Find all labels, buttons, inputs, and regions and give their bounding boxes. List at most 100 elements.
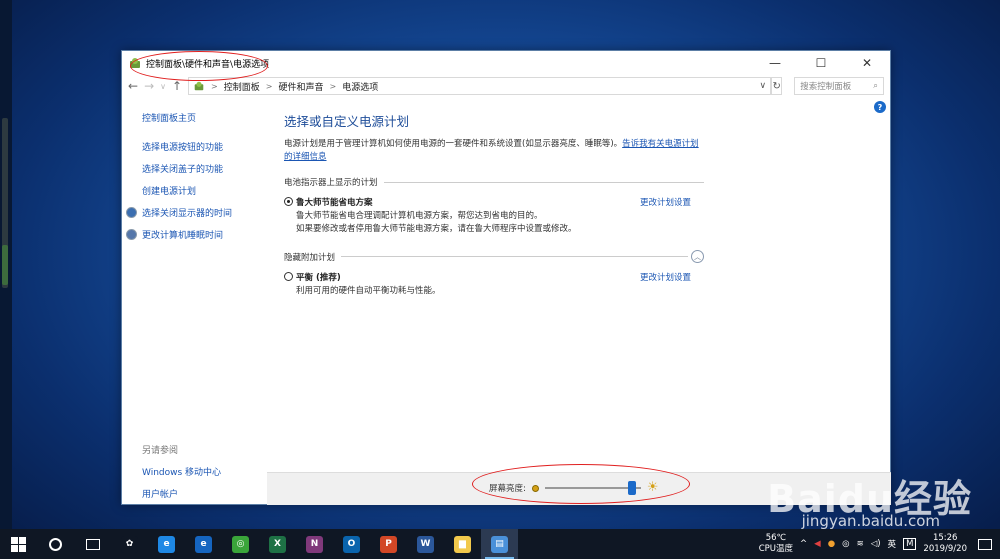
action-center-icon[interactable] — [978, 538, 992, 550]
address-box[interactable]: > 控制面板 > 硬件和声音 > 电源选项 ∨ — [188, 77, 772, 95]
sidebar: 控制面板主页 选择电源按钮的功能 选择关闭盖子的功能 创建电源计划 选择关闭显示… — [126, 111, 272, 250]
plan-desc: 利用可用的硬件自动平衡功耗与性能。 — [296, 286, 441, 296]
taskbar-app-control-panel[interactable]: ▤ — [481, 529, 518, 559]
system-tray: 56℃ CPU温度 ^ ◀ ● ◎ ≋ ◁) 英 M 15:26 2019/9/… — [759, 529, 1000, 559]
section-title: 电池指示器上显示的计划 — [284, 178, 378, 188]
change-plan-settings-link[interactable]: 更改计划设置 — [640, 271, 691, 283]
forward-button[interactable]: → — [144, 79, 154, 93]
clock[interactable]: 15:26 2019/9/20 — [923, 533, 967, 555]
hidden-plans-section: 隐藏附加计划 ︿ — [284, 250, 704, 263]
windows-logo-icon — [11, 536, 26, 552]
volume-icon[interactable]: ◁) — [871, 539, 881, 549]
plan-desc: 如果要修改或者停用鲁大师节能电源方案，请在鲁大师程序中设置或修改。 — [296, 224, 577, 234]
battery-plans-section: 电池指示器上显示的计划 — [284, 176, 704, 188]
edge-meter — [2, 245, 8, 285]
breadcrumb-sep-icon: > — [329, 81, 337, 91]
tray-app-icon[interactable]: ◀ — [814, 539, 821, 549]
task-view-icon — [85, 538, 100, 550]
sidebar-home-link[interactable]: 控制面板主页 — [142, 111, 272, 124]
main-content: 选择或自定义电源计划 电源计划是用于管理计算机如何使用电源的一套硬件和系统设置(… — [284, 111, 704, 298]
refresh-button[interactable]: ↻ — [771, 77, 783, 95]
sidebar-item-label: 选择关闭盖子的功能 — [142, 165, 224, 175]
outlook-icon: O — [343, 535, 360, 553]
sidebar-item-power-button[interactable]: 选择电源按钮的功能 — [142, 140, 272, 153]
control-panel-window: 控制面板\硬件和声音\电源选项 — ☐ ✕ ← → ∨ ↑ > 控制面板 > 硬… — [121, 50, 891, 505]
minimize-button[interactable]: — — [752, 51, 798, 75]
cpu-temp[interactable]: 56℃ CPU温度 — [759, 533, 793, 555]
address-dropdown-icon[interactable]: ∨ — [759, 81, 766, 91]
divider — [341, 256, 688, 257]
control-panel-icon: ▤ — [491, 535, 508, 553]
taskbar-apps: ✿ e e ◎ X N O P W ▆ ▤ — [111, 529, 518, 559]
taskbar-app-word[interactable]: W — [407, 529, 444, 559]
breadcrumb-power-options[interactable]: 电源选项 — [342, 80, 378, 93]
taskbar-app-excel[interactable]: X — [259, 529, 296, 559]
up-button[interactable]: ↑ — [172, 79, 182, 93]
control-panel-icon — [194, 81, 204, 91]
help-icon[interactable]: ? — [874, 101, 886, 113]
tray-expand-icon[interactable]: ^ — [800, 539, 807, 549]
taskbar-app-onenote[interactable]: N — [296, 529, 333, 559]
description-text: 电源计划是用于管理计算机如何使用电源的一套硬件和系统设置(如显示器亮度、睡眠等)… — [284, 139, 623, 149]
monitor-shield-icon — [126, 207, 137, 218]
ie-icon: e — [158, 535, 175, 553]
taskbar-app-explorer[interactable]: ▆ — [444, 529, 481, 559]
cortana-button[interactable] — [37, 529, 74, 559]
description: 电源计划是用于管理计算机如何使用电源的一套硬件和系统设置(如显示器亮度、睡眠等)… — [284, 138, 706, 164]
taskbar-app-edge[interactable]: e — [185, 529, 222, 559]
see-also: 另请参阅 Windows 移动中心 用户帐户 — [142, 443, 221, 509]
tray-shield-icon[interactable]: ● — [828, 539, 835, 549]
powerpoint-icon: P — [380, 535, 397, 553]
plan-radio[interactable] — [284, 197, 293, 206]
search-icon[interactable]: ⌕ — [873, 81, 878, 91]
desktop-edge — [0, 0, 12, 559]
plan-ludashi: 鲁大师节能省电方案 鲁大师节能省电合理调配计算机电源方案，帮您达到省电的目的。 … — [284, 196, 704, 236]
maximize-button[interactable]: ☐ — [798, 51, 844, 75]
sidebar-item-create-plan[interactable]: 创建电源计划 — [142, 184, 272, 197]
task-view-button[interactable] — [74, 529, 111, 559]
360-icon: ◎ — [232, 535, 249, 553]
see-also-heading: 另请参阅 — [142, 446, 179, 456]
cortana-icon — [49, 537, 62, 551]
taskbar-app-powerpoint[interactable]: P — [370, 529, 407, 559]
edge-icon: e — [195, 535, 212, 553]
plan-desc: 鲁大师节能省电合理调配计算机电源方案，帮您达到省电的目的。 — [296, 211, 543, 221]
divider — [383, 181, 704, 183]
breadcrumb-hardware-sound[interactable]: 硬件和声音 — [278, 80, 323, 93]
wifi-icon[interactable]: ≋ — [857, 539, 864, 549]
breadcrumb-control-panel[interactable]: 控制面板 — [224, 80, 260, 93]
taskbar-app-outlook[interactable]: O — [333, 529, 370, 559]
sidebar-item-label: 更改计算机睡眠时间 — [142, 231, 224, 241]
back-button[interactable]: ← — [128, 79, 138, 93]
sidebar-item-label: 创建电源计划 — [142, 187, 197, 197]
ime-mode-indicator[interactable]: M — [903, 538, 917, 550]
page-title: 选择或自定义电源计划 — [284, 114, 410, 129]
mobility-center-link[interactable]: Windows 移动中心 — [142, 465, 221, 478]
collapse-chevron-icon[interactable]: ︿ — [691, 250, 704, 263]
excel-icon: X — [269, 535, 286, 553]
plan-radio[interactable] — [284, 272, 293, 281]
cpu-temp-value: 56℃ — [765, 533, 787, 543]
taskbar-app-fan[interactable]: ✿ — [111, 529, 148, 559]
change-plan-settings-link[interactable]: 更改计划设置 — [640, 196, 691, 208]
breadcrumb-sep-icon: > — [211, 81, 218, 91]
recent-dropdown-icon[interactable]: ∨ — [160, 82, 166, 91]
taskbar-app-ie[interactable]: e — [148, 529, 185, 559]
onenote-icon: N — [306, 535, 323, 553]
start-button[interactable] — [0, 529, 37, 559]
sidebar-item-sleep[interactable]: 更改计算机睡眠时间 — [126, 228, 272, 241]
sidebar-item-lid[interactable]: 选择关闭盖子的功能 — [142, 162, 272, 175]
clock-date: 2019/9/20 — [923, 544, 967, 554]
tray-location-icon[interactable]: ◎ — [842, 539, 849, 549]
clock-time: 15:26 — [932, 533, 958, 543]
ime-indicator[interactable]: 英 — [888, 538, 897, 550]
word-icon: W — [417, 535, 434, 553]
sidebar-item-display-off[interactable]: 选择关闭显示器的时间 — [126, 206, 272, 219]
taskbar-app-360[interactable]: ◎ — [222, 529, 259, 559]
user-accounts-link[interactable]: 用户帐户 — [142, 487, 221, 500]
search-input[interactable]: 搜索控制面板 ⌕ — [794, 77, 884, 95]
annotation-ellipse — [130, 51, 268, 81]
close-button[interactable]: ✕ — [844, 51, 890, 75]
fan-icon: ✿ — [121, 535, 138, 553]
sidebar-item-label: 选择电源按钮的功能 — [142, 143, 224, 153]
